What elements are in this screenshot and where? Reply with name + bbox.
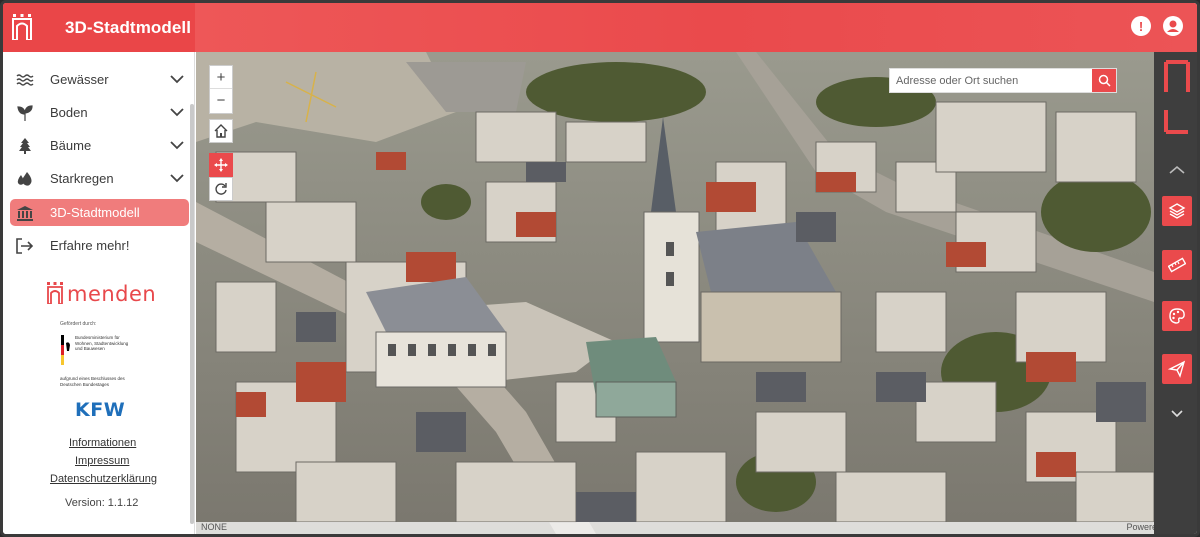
powered-by-esri[interactable]: Powered by Esri <box>1126 522 1154 532</box>
menden-logo-text: menden <box>67 282 157 306</box>
sidebar-item-label: Starkregen <box>50 171 114 186</box>
move-arrows-icon <box>214 158 228 172</box>
search-button[interactable] <box>1092 69 1116 92</box>
chevron-down-icon[interactable] <box>1168 404 1186 422</box>
sidebar-item-baeume[interactable]: Bäume <box>10 132 189 159</box>
share-button[interactable] <box>1162 354 1192 384</box>
alert-button[interactable]: ! <box>1131 16 1151 36</box>
attribution-source: NONE <box>201 522 228 532</box>
tree-icon <box>14 137 36 155</box>
exclamation-circle-icon: ! <box>1138 18 1144 34</box>
pan-mode-button[interactable] <box>209 153 233 177</box>
waves-icon <box>14 71 36 89</box>
rotate-mode-button[interactable] <box>209 177 233 201</box>
chevron-down-icon[interactable] <box>170 72 184 86</box>
layers-button[interactable] <box>1162 196 1192 226</box>
sidebar-item-label: 3D-Stadtmodell <box>50 205 140 220</box>
sidebar-item-boden[interactable]: Boden <box>10 99 189 126</box>
zoom-in-button[interactable]: + <box>210 66 232 89</box>
sidebar: Gewässer Boden Bäume Starkregen 3D-Stadt… <box>3 52 195 534</box>
chevron-down-icon[interactable] <box>170 171 184 185</box>
sidebar-item-gewaesser[interactable]: Gewässer <box>10 66 189 93</box>
decorative-brand-mark <box>1164 60 1190 134</box>
app-title: 3D-Stadtmodell <box>65 18 192 37</box>
seedling-icon <box>14 104 36 122</box>
chevron-down-icon[interactable] <box>170 138 184 152</box>
water-drops-icon <box>14 170 36 188</box>
home-button[interactable] <box>209 119 233 143</box>
sidebar-scrollbar[interactable] <box>190 104 194 524</box>
user-circle-icon <box>1167 20 1179 32</box>
map-attribution: NONE Powered by Esri <box>196 522 1154 534</box>
user-account-button[interactable] <box>1163 16 1183 36</box>
sidebar-item-label: Gewässer <box>50 72 109 87</box>
right-toolbar <box>1154 52 1197 534</box>
rotate-icon <box>215 183 227 195</box>
measure-button[interactable] <box>1162 250 1192 280</box>
palette-icon <box>1169 308 1185 324</box>
sidebar-item-starkregen[interactable]: Starkregen <box>10 165 189 192</box>
privacy-link[interactable]: Datenschutzerklärung <box>50 473 157 485</box>
home-icon <box>214 124 228 138</box>
chevron-up-icon[interactable] <box>1168 164 1186 176</box>
paper-plane-icon <box>1168 360 1186 378</box>
kfw-logo: KFW <box>75 399 126 421</box>
sidebar-item-erfahre-mehr[interactable]: Erfahre mehr! <box>10 232 189 259</box>
style-button[interactable] <box>1162 301 1192 331</box>
ruler-icon <box>1168 257 1186 273</box>
3d-map-view[interactable]: + − NONE Powered by Esri <box>196 52 1154 534</box>
version-label: Version: 1.1.12 <box>65 497 139 509</box>
federal-eagle-icon <box>61 335 70 365</box>
zoom-out-button[interactable]: − <box>210 89 232 112</box>
zoom-controls: + − <box>209 65 233 114</box>
funding-label: Gefördert durch: <box>60 321 97 327</box>
app-header: 3D-Stadtmodell ! <box>3 3 1197 52</box>
layers-icon <box>1168 203 1186 219</box>
sidebar-item-3d-stadtmodell[interactable]: 3D-Stadtmodell <box>10 199 189 226</box>
sidebar-item-label: Boden <box>50 105 88 120</box>
sidebar-item-label: Bäume <box>50 138 92 153</box>
impressum-link[interactable]: Impressum <box>75 455 129 467</box>
search-input[interactable] <box>890 69 1092 92</box>
menden-logo: menden <box>47 282 157 306</box>
ministry-text: Bundesministerium für Wohnen, Stadtentwi… <box>75 335 129 351</box>
chevron-down-icon[interactable] <box>170 105 184 119</box>
info-link[interactable]: Informationen <box>69 437 136 449</box>
ministry-logo: Bundesministerium für Wohnen, Stadtentwi… <box>61 335 135 365</box>
search-icon <box>1098 74 1111 87</box>
menden-castle-icon <box>47 282 63 304</box>
app-window: 3D-Stadtmodell ! Gewässer Boden Bäume St… <box>0 0 1200 537</box>
sign-out-icon <box>14 237 36 255</box>
bundestag-decision-text: aufgrund eines Beschlusses des Deutschen… <box>60 376 125 387</box>
city-building-icon <box>14 204 36 222</box>
brand-area[interactable]: 3D-Stadtmodell <box>3 3 195 52</box>
menden-castle-icon <box>12 14 32 40</box>
sidebar-item-label: Erfahre mehr! <box>50 238 130 253</box>
address-search <box>889 68 1117 93</box>
aerial-city-image <box>196 52 1154 534</box>
